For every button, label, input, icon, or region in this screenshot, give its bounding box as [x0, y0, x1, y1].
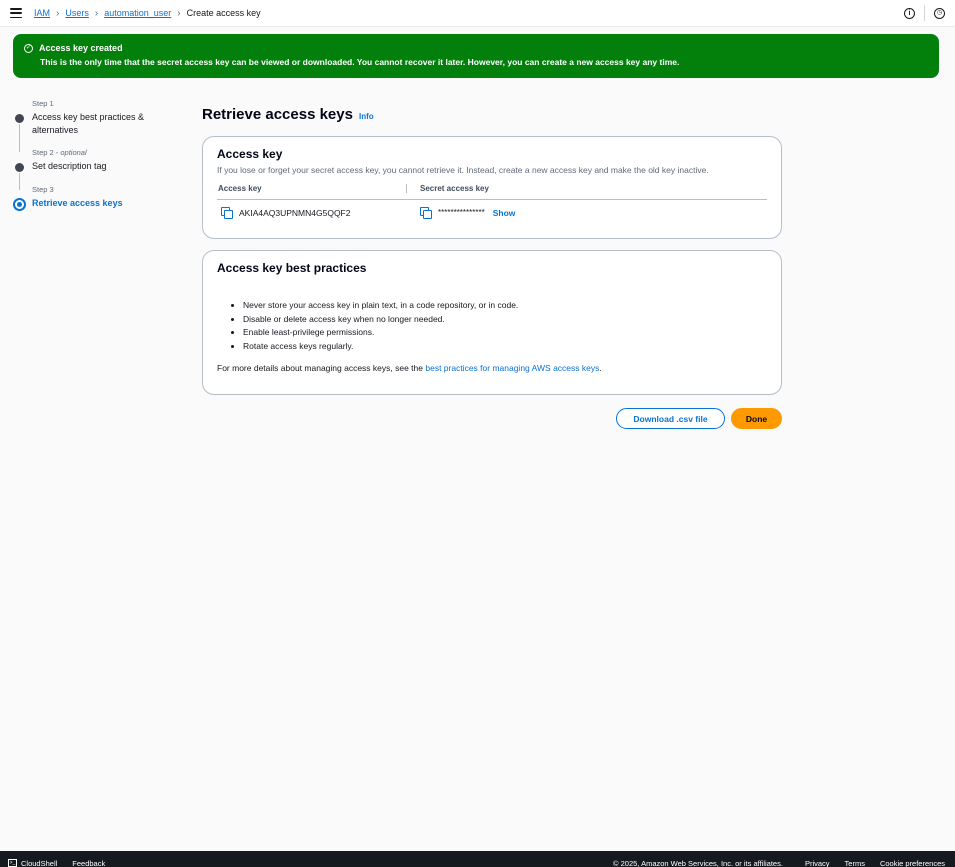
table-header: Access key Secret access key	[217, 184, 767, 200]
copyright: © 2025, Amazon Web Services, Inc. or its…	[613, 858, 783, 867]
cloudshell-button[interactable]: >_ CloudShell	[8, 851, 57, 867]
divider	[924, 5, 925, 21]
privacy-link[interactable]: Privacy	[805, 851, 830, 867]
table-row: AKIA4AQ3UPNMN4G5QQF2 *************** Sho…	[217, 200, 767, 219]
chevron-right-icon: ›	[177, 7, 181, 19]
step-1[interactable]: Step 1 Access key best practices & alter…	[12, 99, 182, 152]
list-item: Never store your access key in plain tex…	[243, 299, 767, 313]
secret-key-masked: ***************	[438, 208, 485, 217]
footer: >_ CloudShell Feedback © 2025, Amazon We…	[0, 851, 955, 867]
check-circle-icon: ✓	[24, 43, 33, 53]
column-header-access-key: Access key	[217, 184, 407, 193]
more-prefix: For more details about managing access k…	[217, 363, 426, 373]
feedback-link[interactable]: Feedback	[72, 851, 105, 867]
step-label: Retrieve access keys	[32, 198, 123, 208]
download-csv-button[interactable]: Download .csv file	[616, 408, 725, 429]
step-2[interactable]: Step 2 - optional Set description tag	[12, 148, 182, 190]
best-practices-card: Access key best practices Never store yo…	[202, 250, 782, 395]
terminal-icon: >_	[8, 859, 17, 867]
list-item: Disable or delete access key when no lon…	[243, 313, 767, 327]
step-dot-icon	[15, 163, 24, 172]
chevron-right-icon: ›	[56, 7, 60, 19]
page-title-text: Retrieve access keys	[202, 106, 353, 123]
access-key-cell: AKIA4AQ3UPNMN4G5QQF2	[217, 207, 420, 219]
success-flash: ✓ Access key created This is the only ti…	[13, 34, 939, 78]
hamburger-menu-icon[interactable]	[10, 8, 22, 18]
flash-header: ✓ Access key created	[24, 43, 928, 53]
card-title: Access key	[217, 147, 283, 161]
breadcrumb-current: Create access key	[186, 8, 261, 18]
info-icon[interactable]: i	[904, 7, 915, 19]
access-key-card: Access key If you lose or forget your se…	[202, 136, 782, 239]
cloudshell-label: CloudShell	[21, 858, 58, 867]
more-suffix: .	[599, 363, 602, 373]
card-description: If you lose or forget your secret access…	[217, 165, 709, 175]
done-button[interactable]: Done	[731, 408, 782, 429]
breadcrumb-user[interactable]: automation_user	[104, 8, 171, 18]
card-title: Access key best practices	[217, 261, 367, 275]
step-dot-icon	[15, 114, 24, 123]
list-item: Enable least-privilege permissions.	[243, 326, 767, 340]
best-practices-list: Never store your access key in plain tex…	[243, 299, 767, 353]
step-3[interactable]: Step 3 Retrieve access keys	[12, 185, 182, 211]
info-link[interactable]: Info	[359, 112, 374, 121]
flash-message: This is the only time that the secret ac…	[40, 57, 680, 67]
page-title: Retrieve access keys Info	[202, 106, 782, 123]
access-key-value: AKIA4AQ3UPNMN4G5QQF2	[239, 207, 351, 218]
top-navigation: IAM › Users › automation_user › Create a…	[0, 0, 955, 27]
copy-icon[interactable]	[221, 207, 233, 219]
step-number: Step 1	[32, 99, 54, 108]
copy-icon[interactable]	[420, 207, 432, 219]
step-number: Step 2 - optional	[32, 148, 87, 157]
step-number: Step 3	[32, 185, 54, 194]
chevron-right-icon: ›	[94, 7, 99, 19]
main-content: Retrieve access keys Info Access key If …	[202, 106, 782, 429]
best-practices-more: For more details about managing access k…	[217, 363, 767, 373]
secret-key-cell: *************** Show	[420, 207, 516, 219]
best-practices-link[interactable]: best practices for managing AWS access k…	[425, 363, 599, 373]
top-right-tools: i ◷	[904, 5, 945, 21]
breadcrumb-users[interactable]: Users	[65, 8, 89, 18]
step-current-icon	[13, 198, 26, 211]
wizard-steps: Step 1 Access key best practices & alter…	[12, 99, 182, 220]
step-number-text: Step 2	[32, 148, 54, 157]
step-optional: optional	[60, 148, 87, 157]
show-secret-link[interactable]: Show	[493, 208, 516, 218]
access-key-table: Access key Secret access key AKIA4AQ3UPN…	[217, 184, 767, 219]
flash-title: Access key created	[39, 43, 123, 53]
step-label: Access key best practices & alternatives	[32, 112, 145, 135]
clock-icon[interactable]: ◷	[934, 7, 945, 19]
breadcrumb-iam[interactable]: IAM	[34, 8, 50, 18]
breadcrumb: IAM › Users › automation_user › Create a…	[34, 8, 261, 19]
cookie-preferences-link[interactable]: Cookie preferences	[880, 851, 945, 867]
column-header-secret-key: Secret access key	[420, 184, 489, 193]
list-item: Rotate access keys regularly.	[243, 340, 767, 354]
form-actions: Download .csv file Done	[616, 408, 782, 429]
step-label: Set description tag	[32, 161, 107, 171]
terms-link[interactable]: Terms	[845, 851, 865, 867]
